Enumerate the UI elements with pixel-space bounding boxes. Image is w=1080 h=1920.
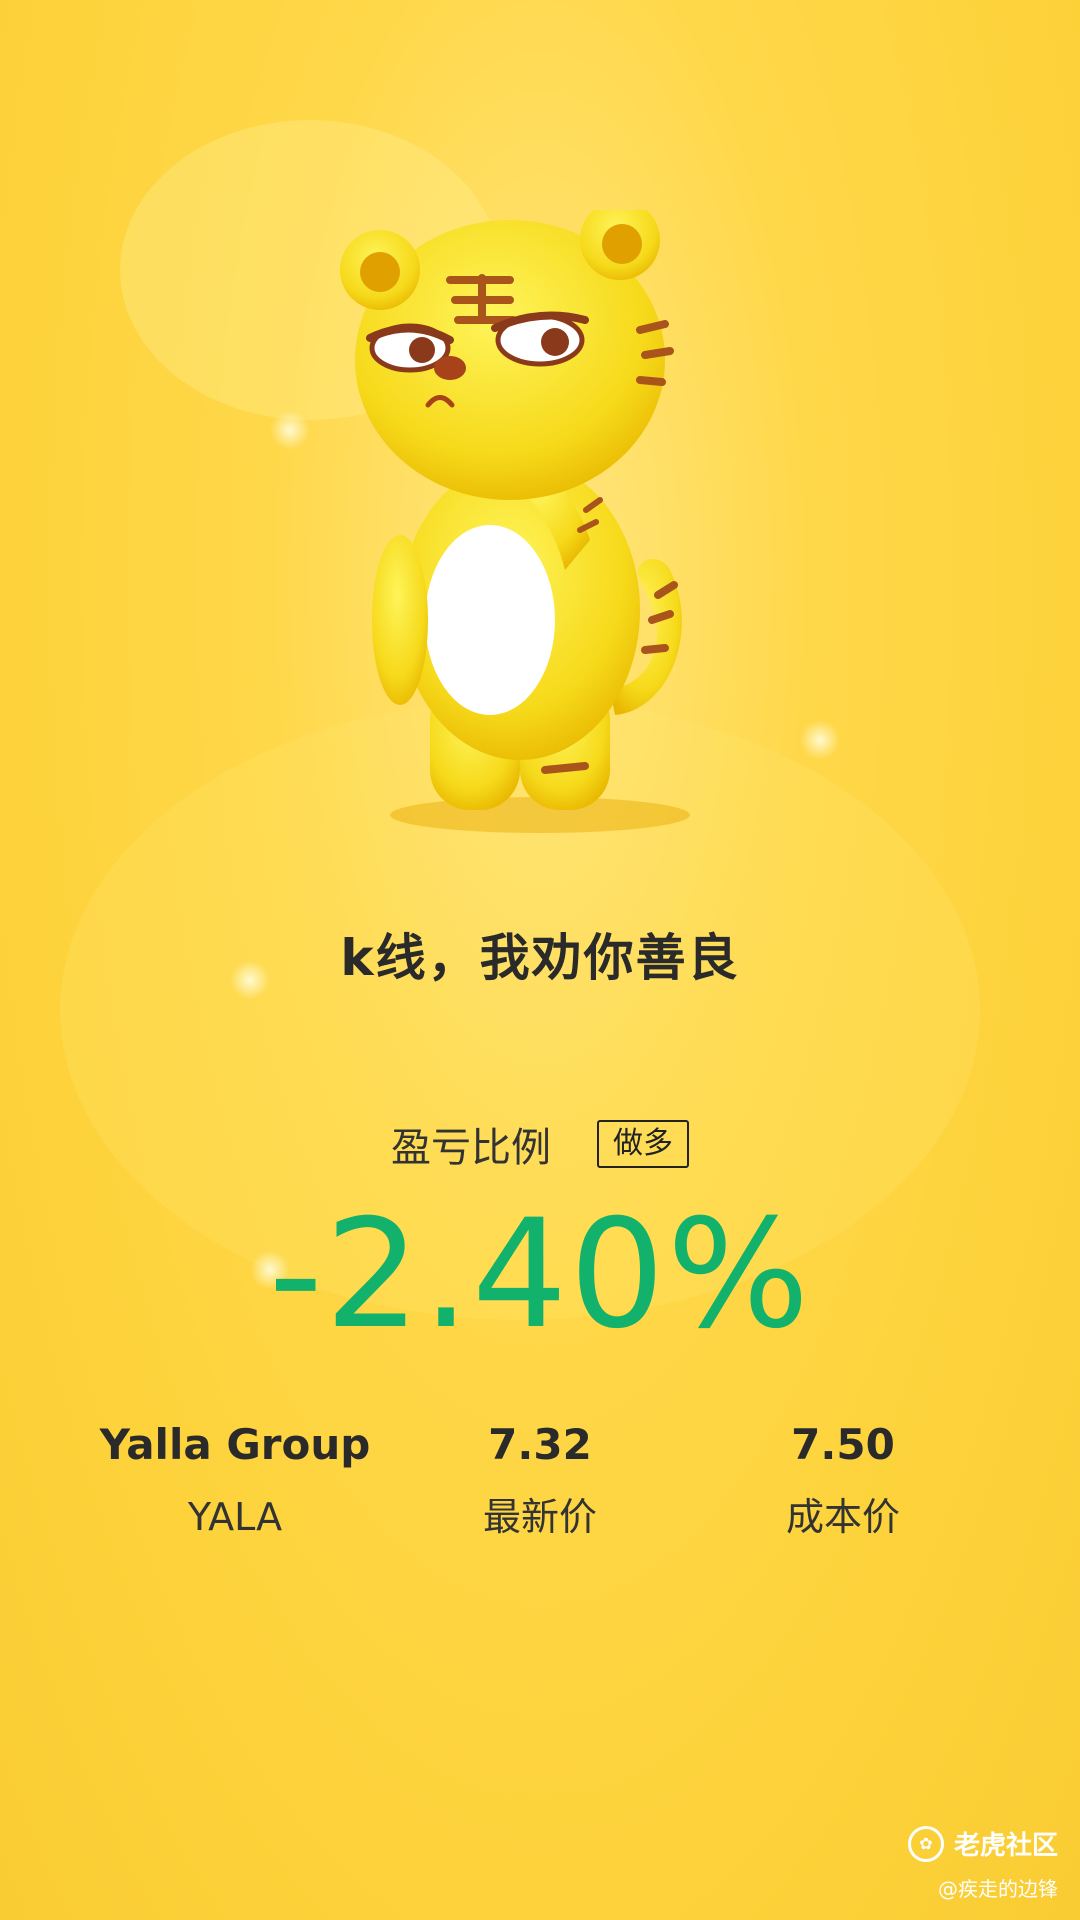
pnl-ratio-label: 盈亏比例 (391, 1125, 551, 1171)
direction-badge: 做多 (597, 1120, 689, 1168)
latest-price-value: 7.32 (488, 1420, 592, 1469)
tiger-brokers-logo-icon: ✿ (907, 1825, 944, 1862)
pnl-ratio-row: 盈亏比例 做多 (0, 1115, 1080, 1173)
sparkle (800, 720, 840, 760)
latest-price-label: 最新价 (482, 1495, 597, 1539)
headline: k线，我劝你善良 (340, 929, 740, 987)
cost-price-value: 7.50 (791, 1420, 895, 1469)
pnl-percent: -2.40% (268, 1188, 812, 1362)
stock-ticker: YALA (187, 1495, 283, 1539)
stock-name: Yalla Group (99, 1420, 371, 1469)
latest-price: 7.32 最新价 (390, 1415, 690, 1547)
watermark-brand: 老虎社区 (953, 1831, 1058, 1861)
cost-price: 7.50 成本价 (693, 1415, 993, 1547)
watermark: ✿ 老虎社区 (907, 1825, 1058, 1862)
watermark-user: @疾走的边锋 (938, 1877, 1058, 1901)
sparkle (270, 410, 310, 450)
tiger-mascot-icon (340, 210, 690, 833)
stock-stats: Yalla Group YALA 7.32 最新价 7.50 成本价 (0, 1415, 1080, 1555)
cost-price-label: 成本价 (785, 1495, 900, 1539)
stock-info: Yalla Group YALA (85, 1415, 385, 1547)
